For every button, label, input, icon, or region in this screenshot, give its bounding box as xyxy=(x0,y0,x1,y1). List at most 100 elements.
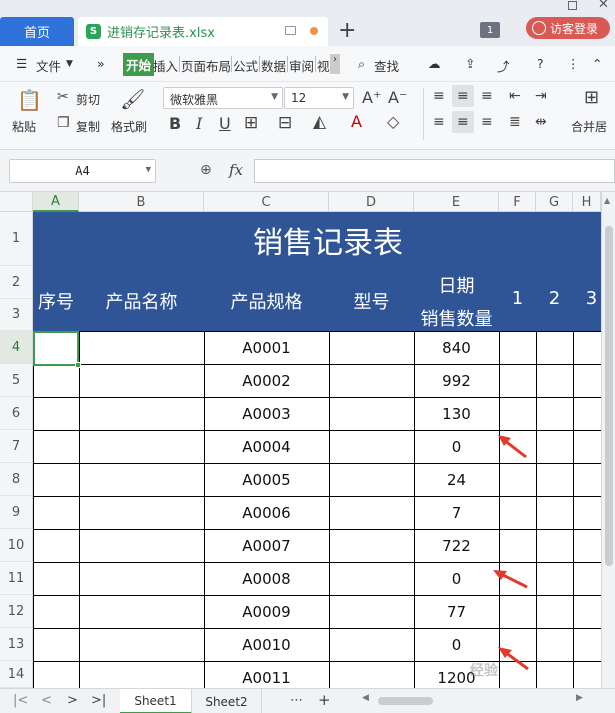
tab-page-layout[interactable]: 页面布局 xyxy=(181,56,231,75)
merge-cells-icon[interactable]: ⊞ xyxy=(584,87,599,108)
vertical-scrollbar[interactable]: ▲ xyxy=(601,192,615,688)
search-label[interactable]: 查找 xyxy=(374,56,399,75)
distribute-icon[interactable]: ⇹ xyxy=(535,114,547,130)
merge-center-button[interactable]: 合并居 xyxy=(571,118,607,135)
header-date[interactable]: 日期 xyxy=(414,272,499,298)
row-header-9[interactable]: 9 xyxy=(0,496,33,529)
header-seq[interactable]: 序号 xyxy=(33,288,79,314)
hamburger-icon[interactable]: ☰ xyxy=(16,56,27,71)
justify-icon[interactable]: ≣ xyxy=(509,114,521,130)
font-color-icon[interactable]: A xyxy=(351,112,362,131)
scroll-up-icon[interactable]: ▲ xyxy=(604,196,610,205)
cell-sales-qty[interactable]: 0 xyxy=(414,570,499,588)
share-icon[interactable]: ⇪ xyxy=(465,56,475,71)
align-left-icon[interactable]: ≡ xyxy=(433,114,445,130)
more-sheets-icon[interactable]: ⋯ xyxy=(290,693,303,708)
font-name-select[interactable]: 微软雅黑 ▼ xyxy=(163,87,283,109)
column-header-d[interactable]: D xyxy=(329,192,414,212)
indent-increase-icon[interactable]: ⇥ xyxy=(535,88,547,104)
prev-sheet-icon[interactable]: < xyxy=(41,693,52,708)
cell-sales-qty[interactable]: 7 xyxy=(414,504,499,522)
header-sales-qty[interactable]: 销售数量 xyxy=(414,305,499,331)
next-sheet-icon[interactable]: > xyxy=(67,693,78,708)
cut-icon[interactable]: ✂ xyxy=(57,89,69,105)
tab-formulas[interactable]: 公式 xyxy=(233,56,258,75)
cloud-sync-icon[interactable]: ☁ xyxy=(428,56,441,71)
increase-font-icon[interactable]: A⁺ xyxy=(362,88,381,107)
cell-sales-qty[interactable]: 0 xyxy=(414,636,499,654)
close-icon[interactable]: ✕ xyxy=(598,0,609,12)
zoom-formula-icon[interactable]: ⊕ xyxy=(200,162,212,178)
column-header-c[interactable]: C xyxy=(204,192,329,212)
cell-product-spec[interactable]: A0003 xyxy=(204,405,329,423)
cell-sales-qty[interactable]: 0 xyxy=(414,438,499,456)
align-top-icon[interactable]: ≡ xyxy=(433,88,445,104)
tab-window-icon[interactable] xyxy=(285,26,296,35)
header-product-spec[interactable]: 产品规格 xyxy=(204,288,329,314)
header-model[interactable]: 型号 xyxy=(329,288,414,314)
row-header-8[interactable]: 8 xyxy=(0,463,33,496)
copy-icon[interactable]: ❐ xyxy=(57,115,70,131)
chevron-down-icon[interactable]: ▼ xyxy=(66,59,73,69)
row-header-1[interactable]: 1 xyxy=(0,212,33,266)
column-header-g[interactable]: G xyxy=(536,192,573,212)
data-grid[interactable]: A0001 840 A0002 992 A0003 130 A0004 0 A0005 24 A00… xyxy=(33,331,601,688)
new-tab-button[interactable]: + xyxy=(338,18,356,43)
cell-sales-qty[interactable]: 24 xyxy=(414,471,499,489)
home-tab[interactable]: 首页 xyxy=(0,17,74,46)
header-day-2[interactable]: 2 xyxy=(536,288,573,309)
more-icon[interactable]: ⋮ xyxy=(567,56,580,71)
cell-sales-qty[interactable]: 722 xyxy=(414,537,499,555)
border-icon[interactable]: ⊞ xyxy=(244,113,258,133)
cell-product-spec[interactable]: A0002 xyxy=(204,372,329,390)
cell-product-spec[interactable]: A0007 xyxy=(204,537,329,555)
maximize-icon[interactable] xyxy=(568,1,577,10)
more-tabs-icon[interactable]: » xyxy=(97,56,105,71)
name-box[interactable]: A4 ▼ xyxy=(9,159,156,183)
tab-home[interactable]: 开始 xyxy=(123,53,155,76)
horizontal-scrollbar[interactable]: ◀ ▶ xyxy=(358,693,588,707)
tab-data[interactable]: 数据 xyxy=(261,56,286,75)
formula-input[interactable] xyxy=(254,159,615,183)
row-header-5[interactable]: 5 xyxy=(0,364,33,397)
paste-button[interactable]: 粘贴 xyxy=(12,118,36,135)
indent-decrease-icon[interactable]: ⇤ xyxy=(509,88,521,104)
search-icon[interactable]: ⌕ xyxy=(358,56,365,72)
tab-review[interactable]: 审阅 xyxy=(289,56,314,75)
vertical-scroll-thumb[interactable] xyxy=(605,226,613,566)
tab-insert[interactable]: 插入 xyxy=(153,56,178,75)
help-icon[interactable]: ? xyxy=(537,56,544,71)
format-painter-button[interactable]: 格式刷 xyxy=(111,118,147,135)
horizontal-scroll-thumb[interactable] xyxy=(378,697,433,705)
cell-product-spec[interactable]: A0005 xyxy=(204,471,329,489)
column-header-a[interactable]: A xyxy=(33,192,79,212)
header-product-name[interactable]: 产品名称 xyxy=(79,288,204,314)
cell-product-spec[interactable]: A0004 xyxy=(204,438,329,456)
export-icon[interactable]: ⤴ xyxy=(497,56,510,75)
decrease-font-icon[interactable]: A⁻ xyxy=(388,88,407,107)
cell-product-spec[interactable]: A0010 xyxy=(204,636,329,654)
row-header-14[interactable]: 14 xyxy=(0,661,33,688)
fill-color-icon[interactable]: ◭ xyxy=(313,112,326,132)
header-day-1[interactable]: 1 xyxy=(499,288,536,309)
sheet-title[interactable]: 销售记录表 xyxy=(33,218,615,262)
align-center-icon[interactable]: ≡ xyxy=(457,114,469,130)
font-size-select[interactable]: 12 ▼ xyxy=(284,87,354,109)
cell-product-spec[interactable]: A0008 xyxy=(204,570,329,588)
cell-sales-qty[interactable]: 992 xyxy=(414,372,499,390)
add-sheet-icon[interactable]: + xyxy=(318,691,331,709)
paste-icon[interactable]: 📋 xyxy=(17,88,42,112)
cut-button[interactable]: 剪切 xyxy=(76,91,100,108)
insert-function-icon[interactable]: fx xyxy=(229,161,243,179)
cell-product-spec[interactable]: A0009 xyxy=(204,603,329,621)
align-middle-icon[interactable]: ≡ xyxy=(457,88,469,104)
last-sheet-icon[interactable]: >| xyxy=(91,693,106,708)
scroll-right-icon[interactable]: ▶ xyxy=(576,693,583,703)
menu-file[interactable]: 文件 xyxy=(36,56,61,75)
cell-product-spec[interactable]: A0011 xyxy=(204,669,329,687)
italic-icon[interactable]: I xyxy=(196,114,202,133)
align-bottom-icon[interactable]: ≡ xyxy=(481,88,493,104)
sheet-tab-2[interactable]: Sheet2 xyxy=(192,689,262,713)
fill-handle[interactable] xyxy=(75,362,81,368)
scroll-left-icon[interactable]: ◀ xyxy=(362,693,369,703)
